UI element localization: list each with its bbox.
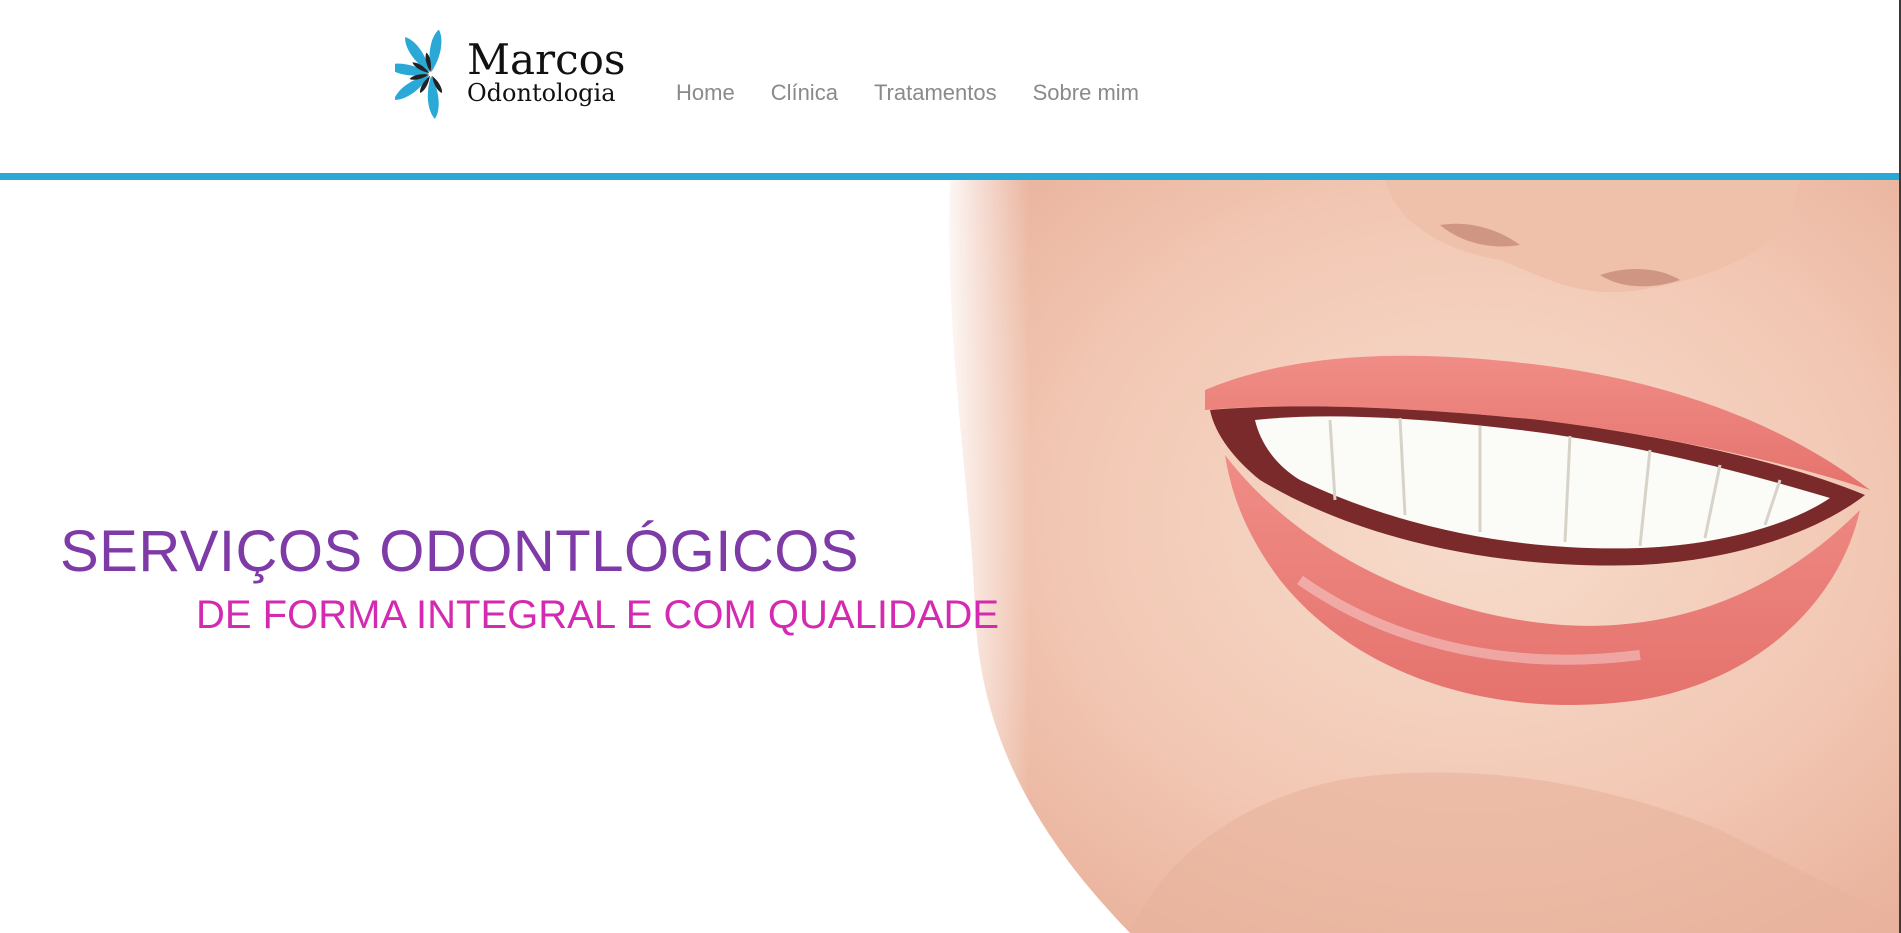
site-header: Marcos Odontologia Home Clínica Tratamen… [0, 0, 1901, 173]
nav-home[interactable]: Home [676, 78, 735, 108]
hero-banner: SERVIÇOS ODONTLÓGICOS DE FORMA INTEGRAL … [0, 180, 1901, 933]
header-accent-bar [0, 173, 1901, 180]
nav-clinica[interactable]: Clínica [771, 78, 838, 108]
site-logo[interactable]: Marcos Odontologia [395, 16, 635, 134]
nav-tratamentos[interactable]: Tratamentos [874, 78, 997, 108]
hero-subline: DE FORMA INTEGRAL E COM QUALIDADE [196, 593, 1000, 637]
main-nav: Home Clínica Tratamentos Sobre mim [676, 78, 1139, 108]
hero-headline: SERVIÇOS ODONTLÓGICOS [60, 519, 860, 584]
logo-title: Marcos [467, 35, 626, 84]
flower-petals-icon [395, 29, 443, 119]
nav-sobre-mim[interactable]: Sobre mim [1033, 78, 1139, 108]
logo-subtitle: Odontologia [467, 79, 616, 107]
